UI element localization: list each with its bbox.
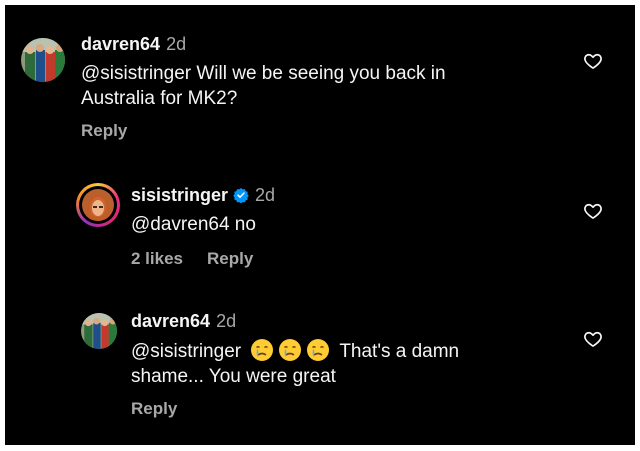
reply-button[interactable]: Reply — [131, 399, 177, 418]
comments-panel: davren64 2d @sisistringer Will we be seei… — [5, 5, 635, 445]
avatar[interactable] — [81, 313, 117, 349]
comment-username[interactable]: davren64 — [131, 311, 210, 331]
comment-text: @sisistringer That's a damn shame... You… — [131, 338, 551, 389]
crying-face-emoji — [279, 339, 302, 361]
comment-text-part: That's a damn — [339, 341, 460, 362]
comment-timestamp: 2d — [216, 311, 237, 331]
mention-link[interactable]: @sisistringer — [131, 341, 241, 362]
heart-outline-icon[interactable] — [583, 329, 603, 349]
reply-comment-item: davren64 2d @sisistringer That's a damn — [5, 5, 635, 445]
crying-face-emoji — [307, 339, 330, 361]
comment-text-part: shame... You were great — [131, 366, 336, 387]
crying-face-emoji — [251, 339, 274, 361]
